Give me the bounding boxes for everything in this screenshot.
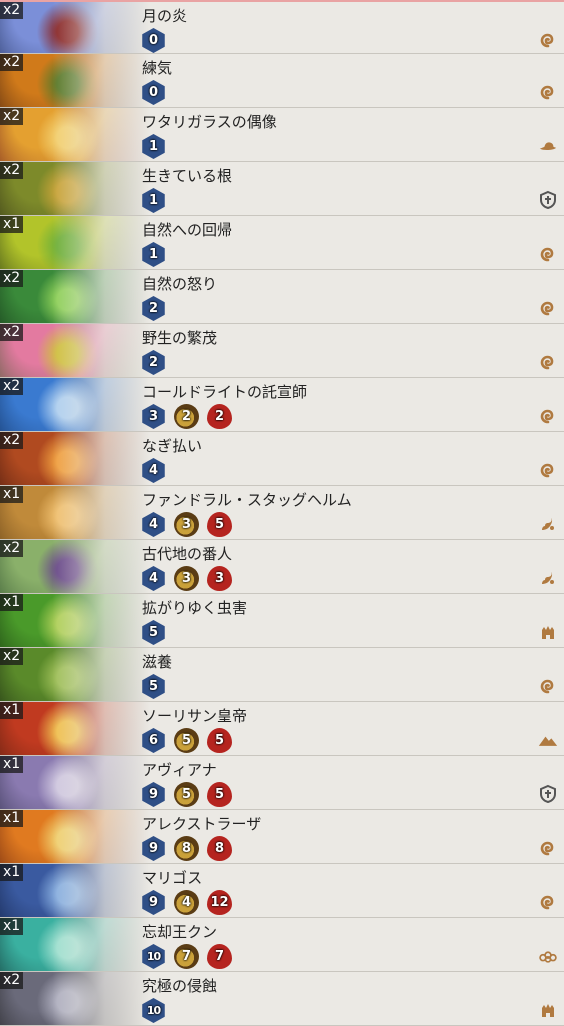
- card-count-badge: x1: [0, 810, 24, 827]
- card-count-badge: x2: [0, 162, 24, 179]
- card-count-badge: x2: [0, 648, 24, 665]
- health-icon: 12: [207, 890, 232, 915]
- card-count-badge: x2: [0, 972, 24, 989]
- card-name: 拡がりゆく虫害: [142, 599, 248, 617]
- card-count-badge: x2: [0, 54, 24, 71]
- card-row[interactable]: x2 自然の怒り 2: [0, 270, 564, 324]
- attack-icon: 8: [174, 836, 199, 861]
- card-row[interactable]: x1 ソーリサン皇帝 6 5 5: [0, 702, 564, 756]
- card-row[interactable]: x1 マリゴス 9 4 12: [0, 864, 564, 918]
- shield-set-icon: [538, 784, 558, 804]
- card-count-badge: x1: [0, 486, 24, 503]
- card-name: アレクストラーザ: [142, 815, 262, 833]
- card-count-badge: x2: [0, 540, 24, 557]
- card-row[interactable]: x2 究極の侵蝕 10: [0, 972, 564, 1026]
- attack-icon: 5: [174, 782, 199, 807]
- card-name: ソーリサン皇帝: [142, 707, 248, 725]
- mountain-set-icon: [538, 730, 558, 750]
- card-count-badge: x2: [0, 378, 24, 395]
- card-name: 月の炎: [142, 7, 188, 25]
- card-name: なぎ払い: [142, 437, 203, 455]
- card-name: 究極の侵蝕: [142, 977, 218, 995]
- castle-set-icon: [538, 622, 558, 642]
- health-icon: 7: [207, 944, 232, 969]
- card-row[interactable]: x1 アヴィアナ 9 5 5: [0, 756, 564, 810]
- health-icon: 2: [207, 404, 232, 429]
- card-count-badge: x2: [0, 2, 24, 19]
- swirl-set-icon: [538, 892, 558, 912]
- card-row[interactable]: x2 なぎ払い 4: [0, 432, 564, 486]
- swirl-set-icon: [538, 460, 558, 480]
- attack-icon: 3: [174, 566, 199, 591]
- card-count-badge: x1: [0, 702, 24, 719]
- card-row[interactable]: x2 コールドライトの託宣師 3 2 2: [0, 378, 564, 432]
- swirl-set-icon: [538, 676, 558, 696]
- deck-card-list: x2 月の炎 0 x2 練気 0 x2 ワタリガラスの偶像 1 x2 生きている根 1 x1 自然への回帰…: [0, 0, 564, 1026]
- card-name: コールドライトの託宣師: [142, 383, 308, 401]
- card-count-badge: x1: [0, 594, 24, 611]
- card-row[interactable]: x2 練気 0: [0, 54, 564, 108]
- card-name: アヴィアナ: [142, 761, 217, 779]
- card-name: 練気: [142, 59, 173, 77]
- swirl-set-icon: [538, 838, 558, 858]
- dragon-set-icon: [538, 514, 558, 534]
- health-icon: 3: [207, 566, 232, 591]
- attack-icon: 4: [174, 890, 199, 915]
- card-name: ワタリガラスの偶像: [142, 113, 277, 131]
- card-row[interactable]: x2 野生の繁茂 2: [0, 324, 564, 378]
- health-icon: 8: [207, 836, 232, 861]
- card-count-badge: x2: [0, 108, 24, 125]
- shield-set-icon: [538, 190, 558, 210]
- card-name: 古代地の番人: [142, 545, 233, 563]
- card-count-badge: x2: [0, 432, 24, 449]
- card-count-badge: x1: [0, 918, 24, 935]
- swirl-set-icon: [538, 82, 558, 102]
- card-count-badge: x2: [0, 324, 24, 341]
- health-icon: 5: [207, 728, 232, 753]
- card-row[interactable]: x2 月の炎 0: [0, 0, 564, 54]
- attack-icon: 5: [174, 728, 199, 753]
- card-row[interactable]: x2 古代地の番人 4 3 3: [0, 540, 564, 594]
- swirl-set-icon: [538, 406, 558, 426]
- card-row[interactable]: x1 自然への回帰 1: [0, 216, 564, 270]
- card-count-badge: x1: [0, 864, 24, 881]
- health-icon: 5: [207, 782, 232, 807]
- card-name: 滋養: [142, 653, 173, 671]
- dragon-set-icon: [538, 568, 558, 588]
- attack-icon: 2: [174, 404, 199, 429]
- card-row[interactable]: x2 生きている根 1: [0, 162, 564, 216]
- hat-set-icon: [538, 136, 558, 156]
- swirl-set-icon: [538, 30, 558, 50]
- card-name: 自然への回帰: [142, 221, 233, 239]
- card-name: マリゴス: [142, 869, 203, 887]
- card-name: 忘却王クン: [142, 923, 218, 941]
- card-row[interactable]: x1 忘却王クン 10 7 7: [0, 918, 564, 972]
- card-row[interactable]: x1 アレクストラーザ 9 8 8: [0, 810, 564, 864]
- card-row[interactable]: x1 ファンドラル・スタッグヘルム 4 3 5: [0, 486, 564, 540]
- attack-icon: 3: [174, 512, 199, 537]
- cloud-set-icon: [538, 946, 558, 966]
- castle-set-icon: [538, 1000, 558, 1020]
- swirl-set-icon: [538, 298, 558, 318]
- card-name: 野生の繁茂: [142, 329, 218, 347]
- card-row[interactable]: x1 拡がりゆく虫害 5: [0, 594, 564, 648]
- swirl-set-icon: [538, 352, 558, 372]
- attack-icon: 7: [174, 944, 199, 969]
- card-row[interactable]: x2 ワタリガラスの偶像 1: [0, 108, 564, 162]
- card-count-badge: x2: [0, 270, 24, 287]
- swirl-set-icon: [538, 244, 558, 264]
- card-count-badge: x1: [0, 756, 24, 773]
- card-row[interactable]: x2 滋養 5: [0, 648, 564, 702]
- card-name: 生きている根: [142, 167, 233, 185]
- card-count-badge: x1: [0, 216, 24, 233]
- health-icon: 5: [207, 512, 232, 537]
- card-name: ファンドラル・スタッグヘルム: [142, 491, 352, 509]
- card-name: 自然の怒り: [142, 275, 218, 293]
